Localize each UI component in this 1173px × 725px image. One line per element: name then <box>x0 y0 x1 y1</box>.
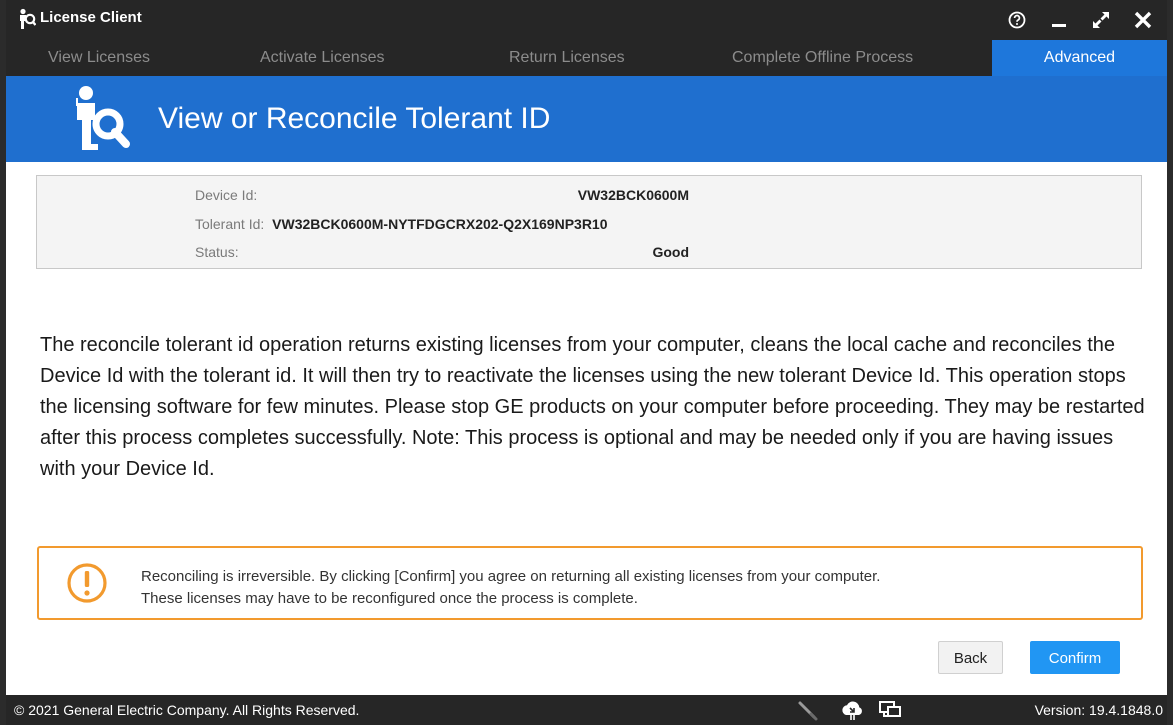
device-id-label: Device Id: <box>195 187 258 203</box>
help-button[interactable] <box>1001 4 1033 36</box>
minimize-icon <box>1052 24 1066 27</box>
maximize-icon <box>1093 12 1109 28</box>
tab-complete-offline-process[interactable]: Complete Offline Process <box>732 40 913 76</box>
maximize-button[interactable] <box>1085 4 1117 36</box>
page-title: View or Reconcile Tolerant ID <box>158 102 551 135</box>
minimize-button[interactable] <box>1043 4 1075 36</box>
device-info-panel: Device Id: VW32BCK0600M Tolerant Id: VW3… <box>36 175 1142 269</box>
window-title: License Client <box>40 9 142 26</box>
status-label: Status: <box>195 244 239 260</box>
monitor-icon[interactable] <box>878 699 902 721</box>
device-id-value: VW32BCK0600M <box>577 187 689 203</box>
close-icon <box>1134 11 1152 29</box>
app-logo-icon <box>20 8 36 29</box>
license-client-window: License Client View Licenses Activate Li… <box>0 0 1173 725</box>
close-button[interactable] <box>1127 4 1159 36</box>
description-text: The reconcile tolerant id operation retu… <box>40 334 1145 480</box>
help-circle-icon <box>1008 11 1026 29</box>
confirm-button[interactable]: Confirm <box>1030 641 1120 674</box>
warning-text: Reconciling is irreversible. By clicking… <box>141 566 1121 610</box>
title-bar[interactable]: License Client <box>6 0 1167 40</box>
tab-advanced[interactable]: Advanced <box>992 40 1167 76</box>
copyright-text: © 2021 General Electric Company. All Rig… <box>14 702 360 718</box>
status-bar: © 2021 General Electric Company. All Rig… <box>6 695 1167 725</box>
page-header-banner: View or Reconcile Tolerant ID <box>6 76 1167 162</box>
cloud-sync-icon[interactable] <box>840 699 864 721</box>
back-button[interactable]: Back <box>938 641 1003 674</box>
status-value: Good <box>652 244 689 260</box>
warning-line-2: These licenses may have to be reconfigur… <box>141 590 638 607</box>
tolerant-id-row: Tolerant Id: VW32BCK0600M-NYTFDGCRX202-Q… <box>195 216 608 232</box>
warning-box: Reconciling is irreversible. By clicking… <box>37 546 1143 620</box>
version-text: Version: 19.4.1848.0 <box>1034 702 1163 718</box>
tab-bar: View Licenses Activate Licenses Return L… <box>6 40 1167 76</box>
tab-return-licenses[interactable]: Return Licenses <box>509 40 625 76</box>
person-search-icon <box>76 86 130 150</box>
tolerant-id-value: VW32BCK0600M-NYTFDGCRX202-Q2X169NP3R10 <box>272 216 608 232</box>
warning-line-1: Reconciling is irreversible. By clicking… <box>141 568 881 585</box>
tolerant-id-label: Tolerant Id: <box>195 216 265 232</box>
exclamation-circle-icon <box>67 563 107 603</box>
plug-icon[interactable] <box>796 699 820 721</box>
tab-view-licenses[interactable]: View Licenses <box>48 40 150 76</box>
tab-activate-licenses[interactable]: Activate Licenses <box>260 40 385 76</box>
